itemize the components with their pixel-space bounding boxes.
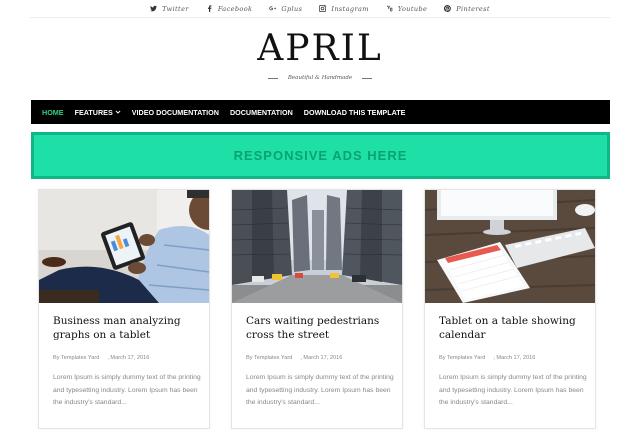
post-thumbnail-tablet[interactable] bbox=[425, 190, 595, 303]
site-logo[interactable]: APRIL bbox=[0, 31, 640, 67]
nav-item-download-template[interactable]: DOWNLOAD THIS TEMPLATE bbox=[304, 108, 406, 117]
nav-item-home[interactable]: HOME bbox=[42, 108, 64, 117]
social-label: Twitter bbox=[162, 4, 189, 13]
chevron-down-icon bbox=[115, 110, 121, 114]
social-links-bar: Twitter Facebook Gplus Instagram Youtube… bbox=[30, 0, 610, 18]
post-excerpt: Lorem Ipsum is simply dummy text of the … bbox=[439, 374, 587, 406]
tablet-calendar-image bbox=[425, 190, 595, 303]
nav-item-features[interactable]: FEATURES bbox=[75, 108, 121, 117]
post-date: , March 17, 2016 bbox=[493, 355, 536, 361]
twitter-icon bbox=[150, 5, 158, 12]
post-excerpt: Lorem Ipsum is simply dummy text of the … bbox=[53, 374, 201, 406]
social-link-pinterest[interactable]: Pinterest bbox=[444, 5, 490, 13]
post-meta: By Templates Yard , March 17, 2016 bbox=[246, 355, 342, 361]
post-title[interactable]: Tablet on a table showing calendar bbox=[439, 314, 589, 342]
businessman-tablet-image bbox=[39, 190, 209, 303]
post-card: Business man analyzing graphs on a table… bbox=[38, 189, 210, 429]
post-date: , March 17, 2016 bbox=[107, 355, 150, 361]
post-thumbnail-businessman[interactable] bbox=[39, 190, 209, 303]
youtube-icon bbox=[386, 5, 393, 12]
social-link-gplus[interactable]: Gplus bbox=[269, 5, 302, 13]
nav-item-label: FEATURES bbox=[74, 107, 113, 117]
nav-item-documentation[interactable]: DOCUMENTATION bbox=[230, 108, 293, 117]
post-author: By Templates Yard bbox=[439, 355, 486, 361]
googleplus-icon bbox=[269, 6, 277, 11]
post-title[interactable]: Business man analyzing graphs on a table… bbox=[53, 314, 203, 342]
social-label: Gplus bbox=[281, 4, 303, 13]
post-author: By Templates Yard bbox=[53, 355, 100, 361]
social-link-youtube[interactable]: Youtube bbox=[386, 5, 427, 13]
tagline-divider bbox=[362, 77, 373, 79]
facebook-icon bbox=[207, 5, 212, 12]
site-tagline: Beautiful & Handmade bbox=[287, 75, 353, 81]
post-card: Cars waiting pedestrians cross the stree… bbox=[231, 189, 403, 429]
post-card: Tablet on a table showing calendar By Te… bbox=[424, 189, 596, 429]
pinterest-icon bbox=[444, 5, 452, 12]
tagline-divider bbox=[267, 77, 278, 79]
social-label: Pinterest bbox=[456, 4, 490, 13]
instagram-icon bbox=[319, 5, 327, 12]
post-excerpt: Lorem Ipsum is simply dummy text of the … bbox=[246, 374, 394, 406]
post-thumbnail-street[interactable] bbox=[232, 190, 402, 303]
post-meta: By Templates Yard , March 17, 2016 bbox=[53, 355, 149, 361]
ad-banner-text: RESPONSIVE ADS HERE bbox=[233, 148, 408, 163]
social-label: Instagram bbox=[331, 4, 369, 13]
post-author: By Templates Yard bbox=[246, 355, 293, 361]
main-navigation: HOME FEATURES VIDEO DOCUMENTATION DOCUME… bbox=[31, 100, 610, 124]
post-meta: By Templates Yard , March 17, 2016 bbox=[439, 355, 535, 361]
nav-item-video-documentation[interactable]: VIDEO DOCUMENTATION bbox=[132, 108, 219, 117]
social-label: Youtube bbox=[397, 4, 428, 13]
post-date: , March 17, 2016 bbox=[300, 355, 343, 361]
social-label: Facebook bbox=[217, 4, 253, 13]
post-title[interactable]: Cars waiting pedestrians cross the stree… bbox=[246, 314, 396, 342]
tagline-row: Beautiful & Handmade bbox=[0, 75, 640, 81]
social-link-twitter[interactable]: Twitter bbox=[150, 5, 189, 13]
social-link-facebook[interactable]: Facebook bbox=[206, 5, 253, 13]
ad-banner[interactable]: RESPONSIVE ADS HERE bbox=[31, 132, 610, 179]
city-street-image bbox=[232, 190, 402, 303]
social-link-instagram[interactable]: Instagram bbox=[319, 5, 368, 13]
